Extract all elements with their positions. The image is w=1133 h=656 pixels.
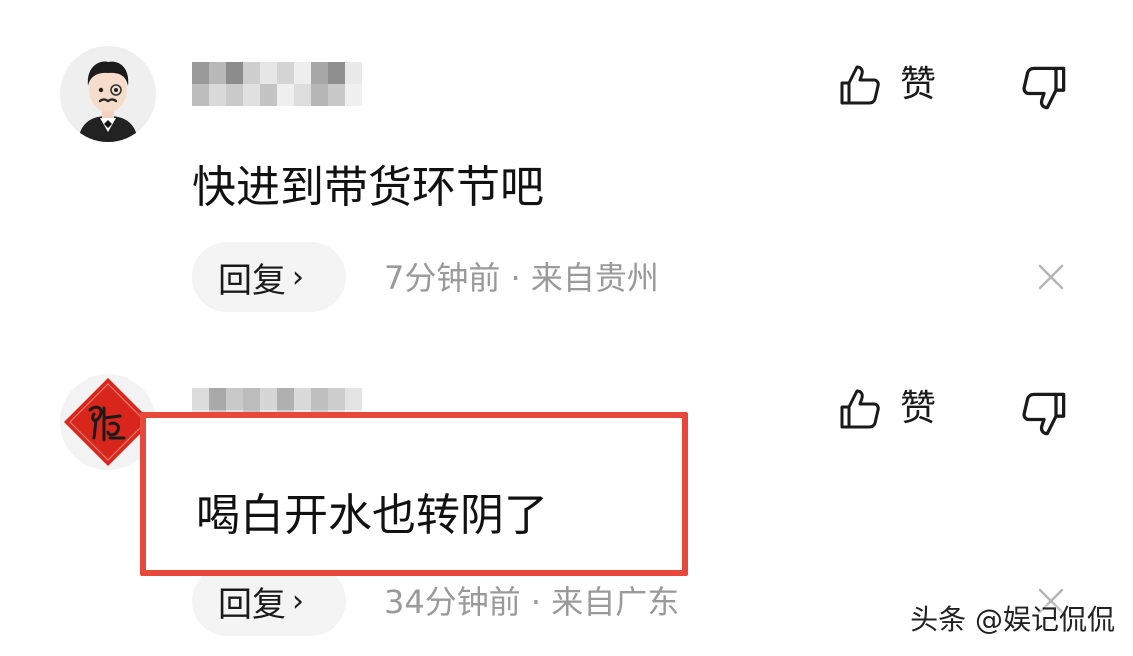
- comment-text: 喝白开水也转阴了: [196, 490, 548, 541]
- comment-item: 赞 快进到带货环节吧 回复 › 7分钟前 · 来自贵州: [0, 0, 1133, 330]
- reply-label: 回复: [218, 260, 286, 301]
- watermark: 头条 @娱记侃侃: [910, 603, 1115, 636]
- comment-meta: 7分钟前 · 来自贵州: [384, 259, 659, 297]
- like-button[interactable]: 赞: [838, 384, 936, 434]
- thumbs-down-icon: [1022, 66, 1066, 110]
- chevron-right-icon: ›: [292, 259, 304, 295]
- close-icon: [1038, 264, 1064, 290]
- avatar-cartoon-man-icon: [60, 46, 156, 142]
- thumbs-up-icon: [840, 389, 880, 429]
- comment-meta: 34分钟前 · 来自广东: [384, 583, 680, 621]
- like-label: 赞: [900, 388, 937, 429]
- close-button[interactable]: [1036, 262, 1066, 292]
- reply-label: 回复: [218, 584, 286, 625]
- chevron-right-icon: ›: [292, 583, 304, 619]
- thumbs-down-icon: [1022, 392, 1066, 436]
- thumbs-up-icon: [840, 65, 880, 105]
- reply-button[interactable]: 回复 ›: [192, 242, 346, 312]
- comment-feed: 赞 快进到带货环节吧 回复 › 7分钟前 · 来自贵州 赞 回复 › 34分钟前…: [0, 0, 1133, 656]
- avatar[interactable]: [60, 46, 156, 142]
- dislike-button[interactable]: [1020, 390, 1068, 440]
- comment-text: 快进到带货环节吧: [192, 162, 544, 213]
- reply-button[interactable]: 回复 ›: [192, 566, 346, 636]
- username-blurred[interactable]: [192, 62, 362, 106]
- like-button[interactable]: 赞: [838, 60, 936, 110]
- dislike-button[interactable]: [1020, 64, 1068, 114]
- highlight-annotation-box: 喝白开水也转阴了: [140, 412, 688, 576]
- like-label: 赞: [900, 64, 937, 105]
